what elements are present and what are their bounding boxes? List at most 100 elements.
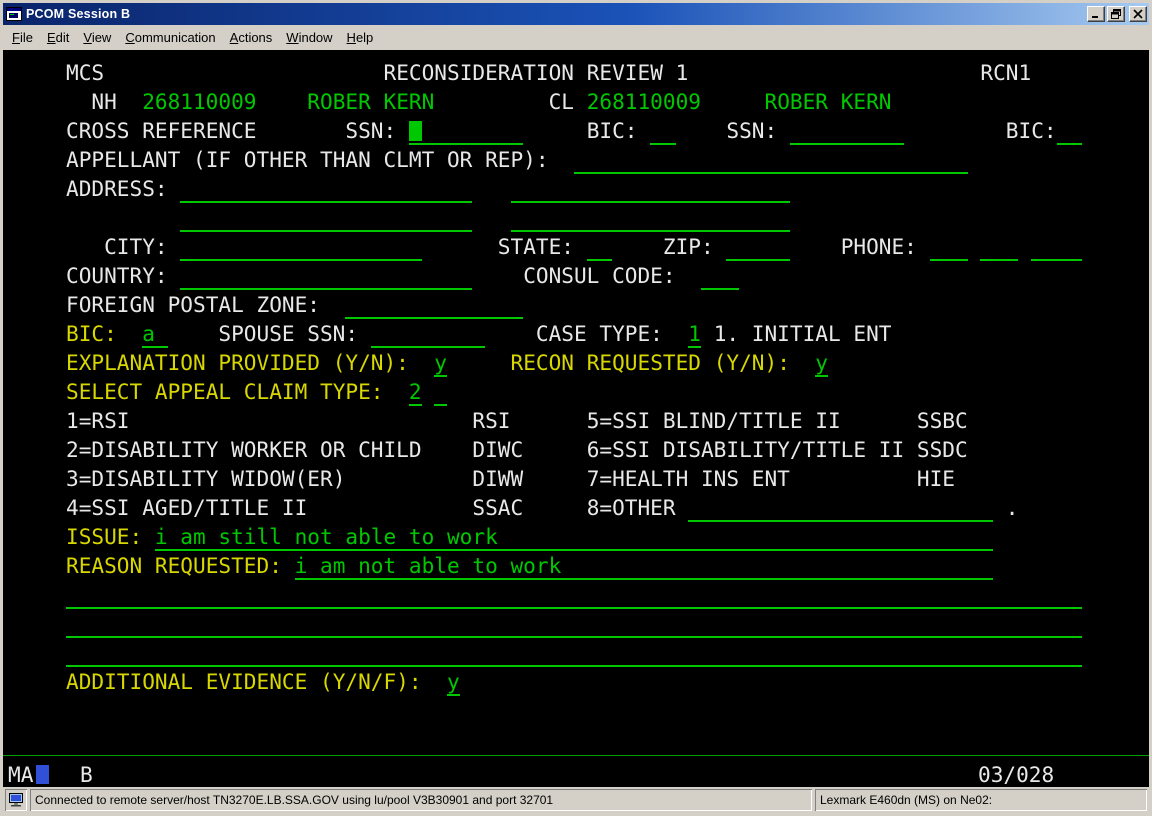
state-field[interactable]: [587, 234, 612, 261]
terminal-row-10: EXPLANATION PROVIDED (Y/N):yRECON REQUES…: [3, 350, 1149, 379]
xref-ssn2-label: SSN:: [726, 118, 777, 143]
phone-label: PHONE:: [841, 234, 917, 259]
other-field[interactable]: [688, 495, 993, 522]
pcom-window: PCOM Session B FileEditViewCommunication…: [0, 0, 1152, 816]
title-bar[interactable]: PCOM Session B: [3, 3, 1149, 25]
spouse-ssn-label: SPOUSE SSN:: [218, 321, 358, 346]
explanation-provided-field[interactable]: y: [434, 350, 447, 377]
issue-field[interactable]: i am still not able to work: [155, 524, 993, 551]
reason-cont-field-2[interactable]: [66, 611, 1082, 638]
option-8-label: 8=OTHER: [587, 495, 676, 520]
status-icon: [8, 793, 24, 807]
appeal-claim-type-field[interactable]: 2: [409, 379, 422, 406]
recon-requested-label: RECON REQUESTED (Y/N):: [511, 350, 790, 375]
nh-name: ROBER KERN: [307, 89, 434, 114]
case-type-field[interactable]: 1: [688, 321, 701, 348]
xref-bic-field[interactable]: [650, 118, 675, 145]
reason-cont-field-3[interactable]: [66, 640, 1082, 667]
address-label: ADDRESS:: [66, 176, 168, 201]
status-bar: Connected to remote server/host TN3270E.…: [3, 787, 1149, 813]
window-controls: [1087, 6, 1147, 22]
terminal-row-20: [3, 640, 1149, 669]
terminal-row-18: [3, 582, 1149, 611]
option-5-code: SSBC: [917, 408, 968, 433]
select-appeal-claim-type-label: SELECT APPEAL CLAIM TYPE:: [66, 379, 384, 404]
oia-separator: [3, 755, 1149, 756]
city-field[interactable]: [180, 234, 421, 261]
menu-item-view[interactable]: View: [76, 27, 118, 48]
xref-ssn-label: SSN:: [345, 118, 396, 143]
menu-item-mnemonic: C: [125, 30, 134, 45]
terminal-screen[interactable]: MA B 03/028 MCSRECONSIDERATION REVIEW 1R…: [3, 50, 1149, 787]
terminal-row-8: FOREIGN POSTAL ZONE:: [3, 292, 1149, 321]
terminal-row-0: MCSRECONSIDERATION REVIEW 1RCN1: [3, 60, 1149, 89]
case-type-desc: 1. INITIAL ENT: [714, 321, 892, 346]
oia-cursor-position: 03/028: [978, 762, 1054, 787]
cl-label: CL: [549, 89, 574, 114]
terminal-row-16: ISSUE: i am still not able to work: [3, 524, 1149, 553]
appellant-field[interactable]: [574, 147, 968, 174]
menu-item-window[interactable]: Window: [279, 27, 339, 48]
phone-area-field[interactable]: [930, 234, 968, 261]
city-label: CITY:: [104, 234, 168, 259]
bic-field[interactable]: a: [142, 321, 167, 348]
xref-ssn-field[interactable]: [409, 118, 523, 145]
option-7-code: HIE: [917, 466, 955, 491]
foreign-postal-zone-field[interactable]: [345, 292, 523, 319]
terminal-row-14: 3=DISABILITY WIDOW(ER)DIWW7=HEALTH INS E…: [3, 466, 1149, 495]
restore-button[interactable]: [1107, 6, 1125, 22]
menu-item-edit[interactable]: Edit: [40, 27, 76, 48]
phone-line-field[interactable]: [1031, 234, 1082, 261]
xref-bic2-field[interactable]: [1057, 118, 1082, 145]
option-4-code: SSAC: [472, 495, 523, 520]
close-button[interactable]: [1129, 6, 1147, 22]
phone-prefix-field[interactable]: [980, 234, 1018, 261]
address-line4-field[interactable]: [511, 205, 790, 232]
address-line2-field[interactable]: [511, 176, 790, 203]
menu-item-mnemonic: A: [230, 30, 239, 45]
option-6-label: 6=SSI DISABILITY/TITLE II: [587, 437, 905, 462]
issue-label: ISSUE:: [66, 524, 142, 549]
address-line1-field[interactable]: [180, 176, 472, 203]
xref-bic-label: BIC:: [587, 118, 638, 143]
terminal-row-12: 1=RSIRSI5=SSI BLIND/TITLE IISSBC: [3, 408, 1149, 437]
appeal-claim-type-field2[interactable]: [434, 379, 447, 406]
recon-requested-field[interactable]: y: [815, 350, 828, 377]
reason-requested-field[interactable]: i am not able to work: [295, 553, 994, 580]
cl-name: ROBER KERN: [765, 89, 892, 114]
zip-field[interactable]: [726, 234, 790, 261]
cursor: [409, 121, 422, 141]
menu-item-help[interactable]: Help: [340, 27, 381, 48]
xref-bic2-label: BIC:: [1006, 118, 1057, 143]
menu-item-mnemonic: W: [286, 30, 298, 45]
terminal-row-15: 4=SSI AGED/TITLE II SSAC 8=OTHER.: [3, 495, 1149, 524]
terminal-row-1: NH268110009ROBER KERNCL268110009ROBER KE…: [3, 89, 1149, 118]
terminal-row-3: APPELLANT (IF OTHER THAN CLMT OR REP):: [3, 147, 1149, 176]
address-line3-field[interactable]: [180, 205, 472, 232]
foreign-postal-zone-label: FOREIGN POSTAL ZONE:: [66, 292, 320, 317]
state-label: STATE:: [498, 234, 574, 259]
nh-ssn: 268110009: [142, 89, 256, 114]
consul-code-label: CONSUL CODE:: [523, 263, 675, 288]
option-4-label: 4=SSI AGED/TITLE II: [66, 495, 307, 520]
other-period: .: [1006, 495, 1019, 520]
option-3-code: DIWW: [472, 466, 523, 491]
country-field[interactable]: [180, 263, 472, 290]
menu-item-actions[interactable]: Actions: [223, 27, 280, 48]
cl-ssn: 268110009: [587, 89, 701, 114]
option-3-label: 3=DISABILITY WIDOW(ER): [66, 466, 345, 491]
consul-code-field[interactable]: [701, 263, 739, 290]
additional-evidence-field[interactable]: y: [447, 669, 460, 696]
terminal-row-7: COUNTRY:CONSUL CODE:: [3, 263, 1149, 292]
reason-cont-field-1[interactable]: [66, 582, 1082, 609]
terminal-row-5: [3, 205, 1149, 234]
menu-item-file[interactable]: File: [5, 27, 40, 48]
menu-item-communication[interactable]: Communication: [118, 27, 222, 48]
spouse-ssn-field[interactable]: [371, 321, 485, 348]
restore-icon: [1110, 9, 1122, 19]
xref-ssn2-field[interactable]: [790, 118, 904, 145]
app-icon: [6, 6, 22, 22]
option-2-label: 2=DISABILITY WORKER OR CHILD: [66, 437, 422, 462]
minimize-button[interactable]: [1087, 6, 1105, 22]
terminal-row-2: CROSS REFERENCESSN:BIC:SSN:BIC:: [3, 118, 1149, 147]
